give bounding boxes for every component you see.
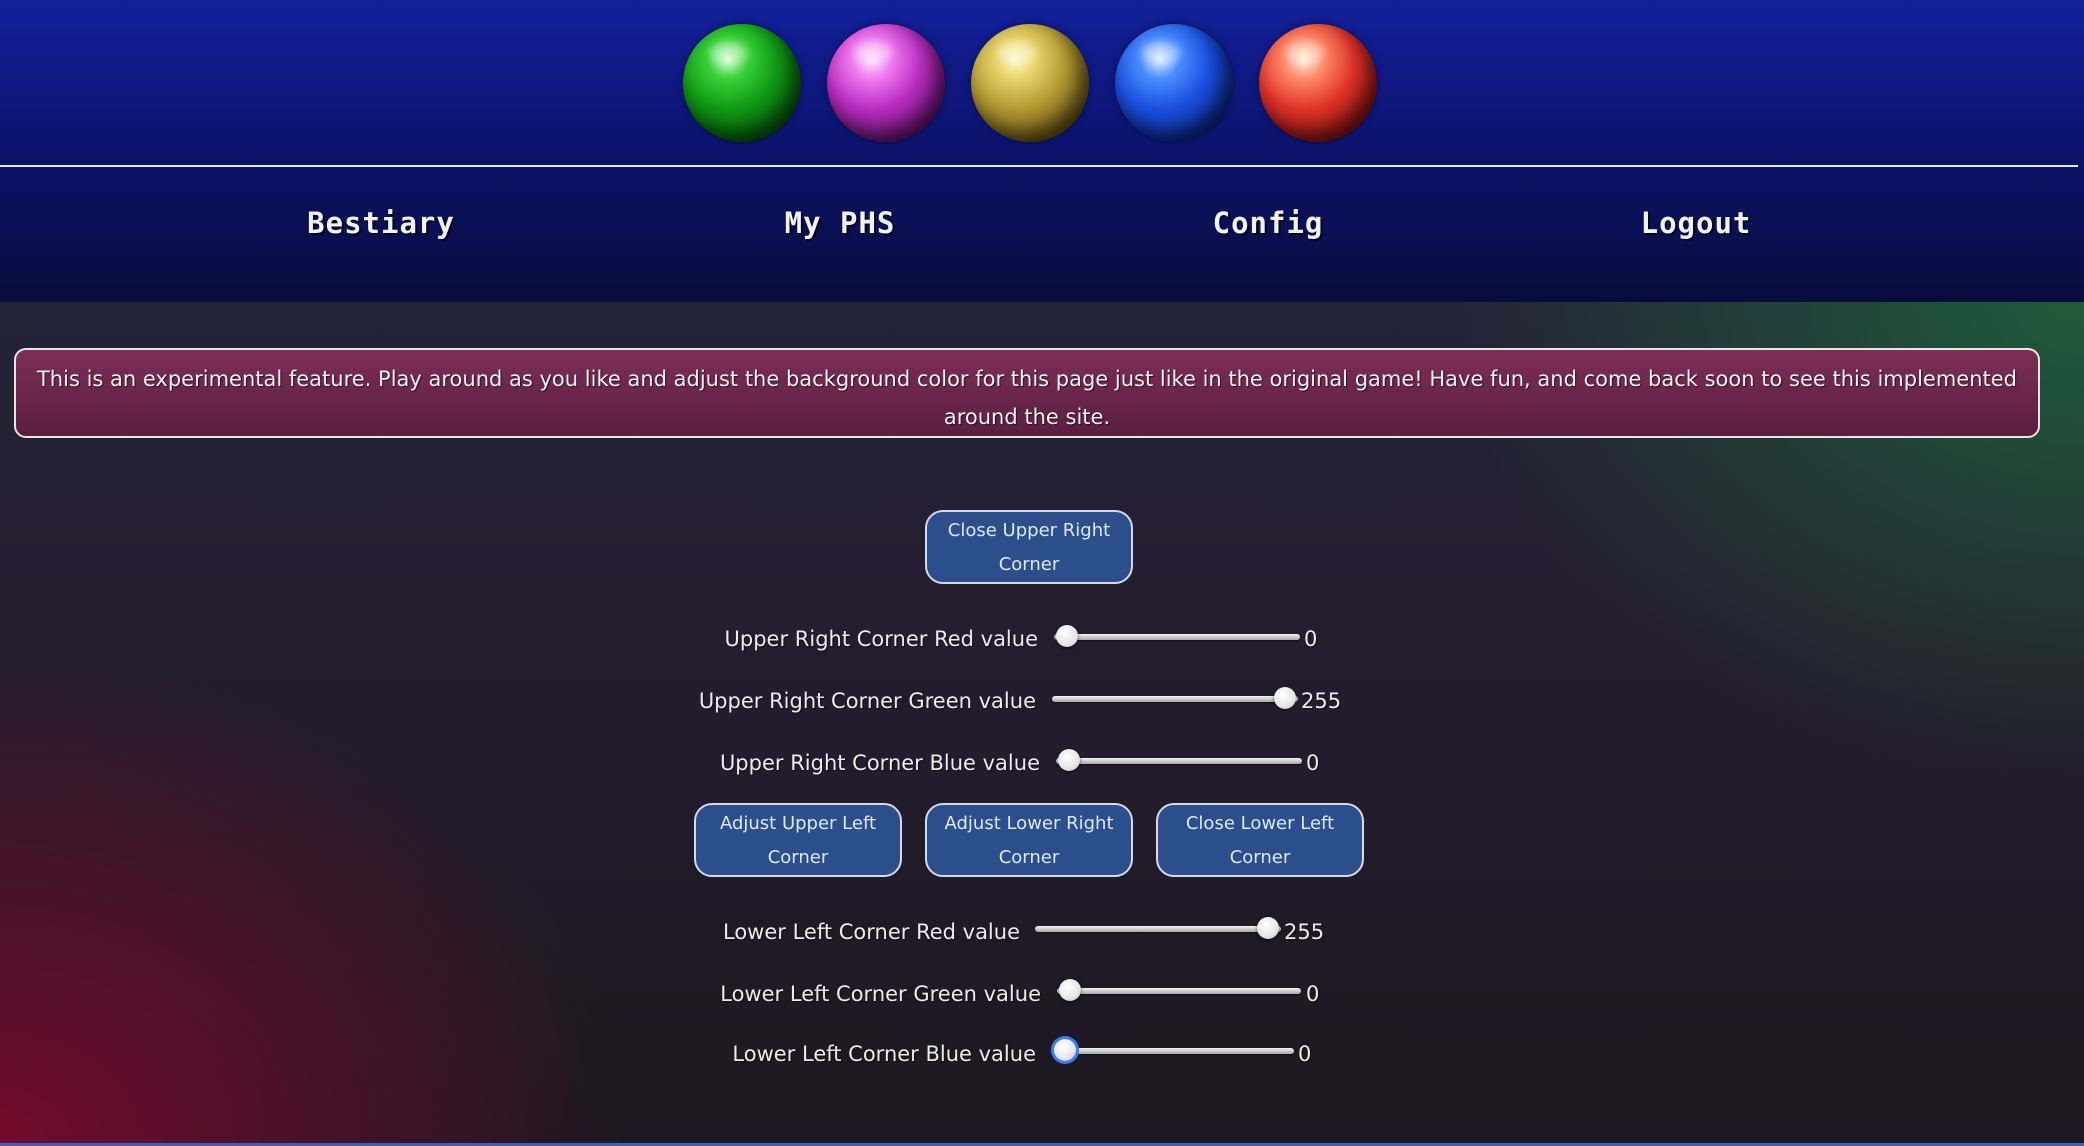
pink-orb-icon <box>827 24 945 142</box>
close-upper-right-button[interactable]: Close Upper Right Corner <box>925 510 1133 584</box>
upper-right-blue-slider[interactable] <box>1056 749 1302 771</box>
lower-left-green-slider[interactable] <box>1057 979 1301 1001</box>
upper-right-green-label: Upper Right Corner Green value <box>698 689 1036 713</box>
nav-my-phs[interactable]: My PHS <box>785 206 896 240</box>
lower-left-blue-label: Lower Left Corner Blue value <box>732 1042 1036 1066</box>
lower-left-red-slider-thumb[interactable] <box>1257 917 1279 939</box>
lower-left-green-label: Lower Left Corner Green value <box>720 982 1041 1006</box>
blue-orb-icon <box>1115 24 1233 142</box>
nav-config[interactable]: Config <box>1213 206 1324 240</box>
green-orb-icon <box>683 24 801 142</box>
lower-left-red-label: Lower Left Corner Red value <box>722 920 1020 944</box>
adjust-upper-left-button[interactable]: Adjust Upper Left Corner <box>694 803 902 877</box>
upper-right-blue-value: 0 <box>1306 751 1320 775</box>
lower-left-green-slider-thumb[interactable] <box>1059 979 1081 1001</box>
upper-right-red-slider-thumb[interactable] <box>1056 625 1078 647</box>
lower-left-blue-value: 0 <box>1298 1042 1312 1066</box>
upper-right-green-slider[interactable] <box>1052 687 1298 709</box>
upper-right-red-value: 0 <box>1304 627 1318 651</box>
lower-left-blue-slider-thumb[interactable] <box>1054 1039 1076 1061</box>
yellow-orb-icon <box>971 24 1089 142</box>
lower-left-red-value: 255 <box>1284 920 1325 944</box>
adjust-lower-right-button[interactable]: Adjust Lower Right Corner <box>925 803 1133 877</box>
red-orb-icon <box>1259 24 1377 142</box>
upper-right-green-value: 255 <box>1301 689 1342 713</box>
site-header: Bestiary My PHS Config Logout <box>0 0 2084 302</box>
lower-left-green-value: 0 <box>1306 982 1320 1006</box>
upper-right-green-slider-thumb[interactable] <box>1274 687 1296 709</box>
upper-right-blue-slider-thumb[interactable] <box>1058 749 1080 771</box>
header-divider <box>0 165 2078 167</box>
upper-right-red-label: Upper Right Corner Red value <box>724 627 1038 651</box>
lower-left-red-slider[interactable] <box>1035 917 1281 939</box>
nav-logout[interactable]: Logout <box>1641 206 1752 240</box>
lower-left-blue-slider[interactable] <box>1052 1039 1294 1061</box>
nav-bestiary[interactable]: Bestiary <box>307 206 455 240</box>
close-lower-left-button[interactable]: Close Lower Left Corner <box>1156 803 1364 877</box>
upper-right-red-slider[interactable] <box>1054 625 1300 647</box>
experimental-notice: This is an experimental feature. Play ar… <box>14 348 2040 438</box>
upper-right-blue-label: Upper Right Corner Blue value <box>719 751 1040 775</box>
